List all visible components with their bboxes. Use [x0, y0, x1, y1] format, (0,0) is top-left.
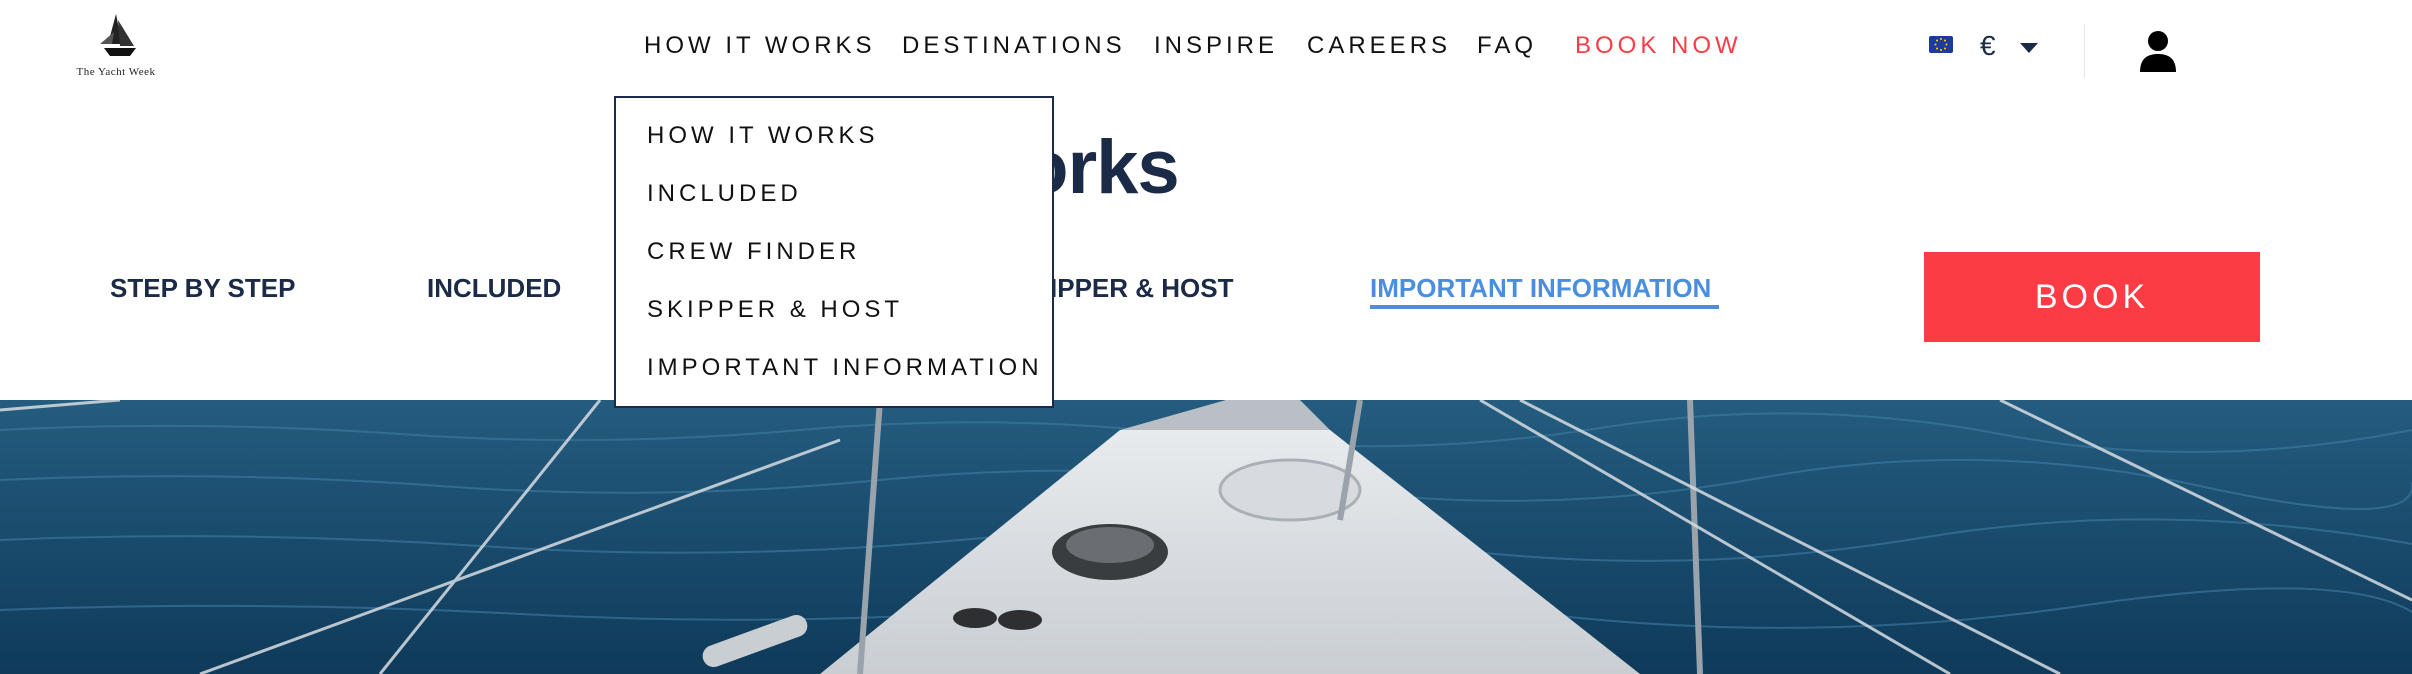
hero-image [0, 400, 2412, 674]
subnav-included[interactable]: INCLUDED [427, 273, 561, 304]
sailboat-logo-icon [100, 14, 136, 56]
eu-flag-icon[interactable] [1929, 36, 1953, 53]
dropdown-item-how-it-works[interactable]: HOW IT WORKS [647, 122, 879, 150]
subnav-important-information[interactable]: IMPORTANT INFORMATION [1370, 273, 1711, 304]
header-divider [2084, 24, 2085, 78]
how-it-works-dropdown-menu: HOW IT WORKS INCLUDED CREW FINDER SKIPPE… [614, 96, 1054, 408]
nav-how-it-works[interactable]: HOW IT WORKS [644, 32, 876, 60]
sailboat-bow-illustration [0, 400, 2412, 674]
brand-name: The Yacht Week [76, 66, 156, 78]
book-button[interactable]: BOOK [1924, 252, 2260, 342]
nav-inspire[interactable]: INSPIRE [1154, 32, 1278, 60]
user-icon[interactable] [2138, 30, 2178, 77]
nav-careers[interactable]: CAREERS [1307, 32, 1451, 60]
active-tab-underline [1370, 305, 1719, 309]
dropdown-item-crew-finder[interactable]: CREW FINDER [647, 238, 860, 266]
subnav-step-by-step[interactable]: STEP BY STEP [110, 273, 295, 304]
subnav-skipper-host[interactable]: IPPER & HOST [1050, 273, 1233, 304]
dropdown-item-included[interactable]: INCLUDED [647, 180, 802, 208]
dropdown-item-skipper-host[interactable]: SKIPPER & HOST [647, 296, 903, 324]
currency-selector[interactable]: € [1980, 30, 1996, 62]
nav-book-now[interactable]: BOOK NOW [1575, 32, 1742, 60]
brand-logo[interactable]: The Yacht Week [68, 14, 164, 82]
caret-down-icon[interactable] [2020, 43, 2038, 53]
nav-faq[interactable]: FAQ [1477, 32, 1537, 60]
nav-destinations[interactable]: DESTINATIONS [902, 32, 1126, 60]
site-header: The Yacht Week HOW IT WORKS DESTINATIONS… [0, 0, 2412, 96]
dropdown-item-important-information[interactable]: IMPORTANT INFORMATION [647, 354, 1043, 382]
